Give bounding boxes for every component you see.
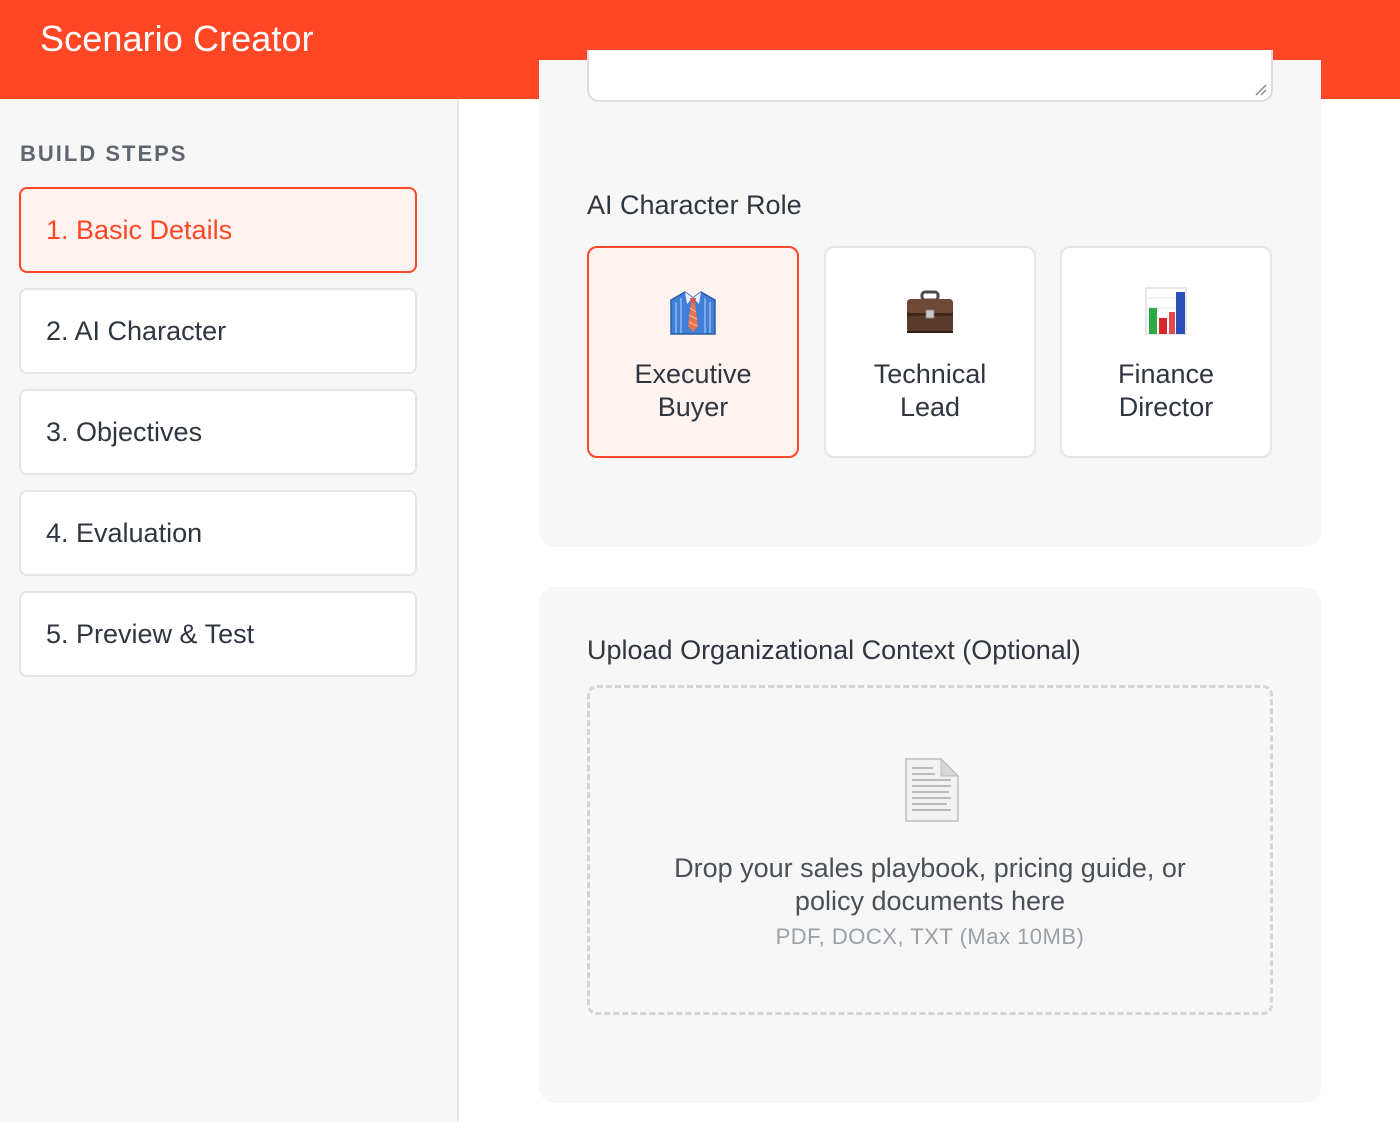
step-objectives[interactable]: 3. Objectives [19, 389, 417, 475]
sidebar: BUILD STEPS 1. Basic Details 2. AI Chara… [0, 99, 459, 1122]
step-evaluation[interactable]: 4. Evaluation [19, 490, 417, 576]
step-preview-test[interactable]: 5. Preview & Test [19, 591, 417, 677]
bar-chart-icon [1145, 287, 1187, 335]
role-finance-director[interactable]: Finance Director [1060, 246, 1272, 458]
role-label: Executive Buyer [634, 359, 752, 422]
upload-label: Upload Organizational Context (Optional) [587, 635, 1081, 665]
character-role-label: AI Character Role [587, 190, 802, 220]
app-title: Scenario Creator [40, 18, 314, 59]
shirt-tie-icon [670, 291, 716, 335]
file-dropzone[interactable]: Drop your sales playbook, pricing guide,… [587, 685, 1273, 1015]
sidebar-heading: BUILD STEPS [20, 141, 188, 166]
resize-handle-icon[interactable] [1253, 82, 1267, 96]
file-type-hint: PDF, DOCX, TXT (Max 10MB) [775, 924, 1085, 949]
step-basic-details[interactable]: 1. Basic Details [19, 187, 417, 273]
document-icon [905, 757, 960, 822]
step-ai-character[interactable]: 2. AI Character [19, 288, 417, 374]
dropzone-instructions: Drop your sales playbook, pricing guide,… [674, 853, 1186, 916]
role-label: Technical Lead [873, 359, 987, 422]
role-technical-lead[interactable]: Technical Lead [824, 246, 1036, 458]
description-textarea[interactable] [587, 50, 1273, 102]
upload-panel: Upload Organizational Context (Optional)… [539, 587, 1321, 1103]
briefcase-icon [907, 290, 953, 333]
role-executive-buyer[interactable]: Executive Buyer [587, 246, 799, 458]
character-panel: AI Character Role Executive Buyer Techni… [539, 50, 1321, 547]
role-label: Finance Director [1117, 359, 1215, 422]
